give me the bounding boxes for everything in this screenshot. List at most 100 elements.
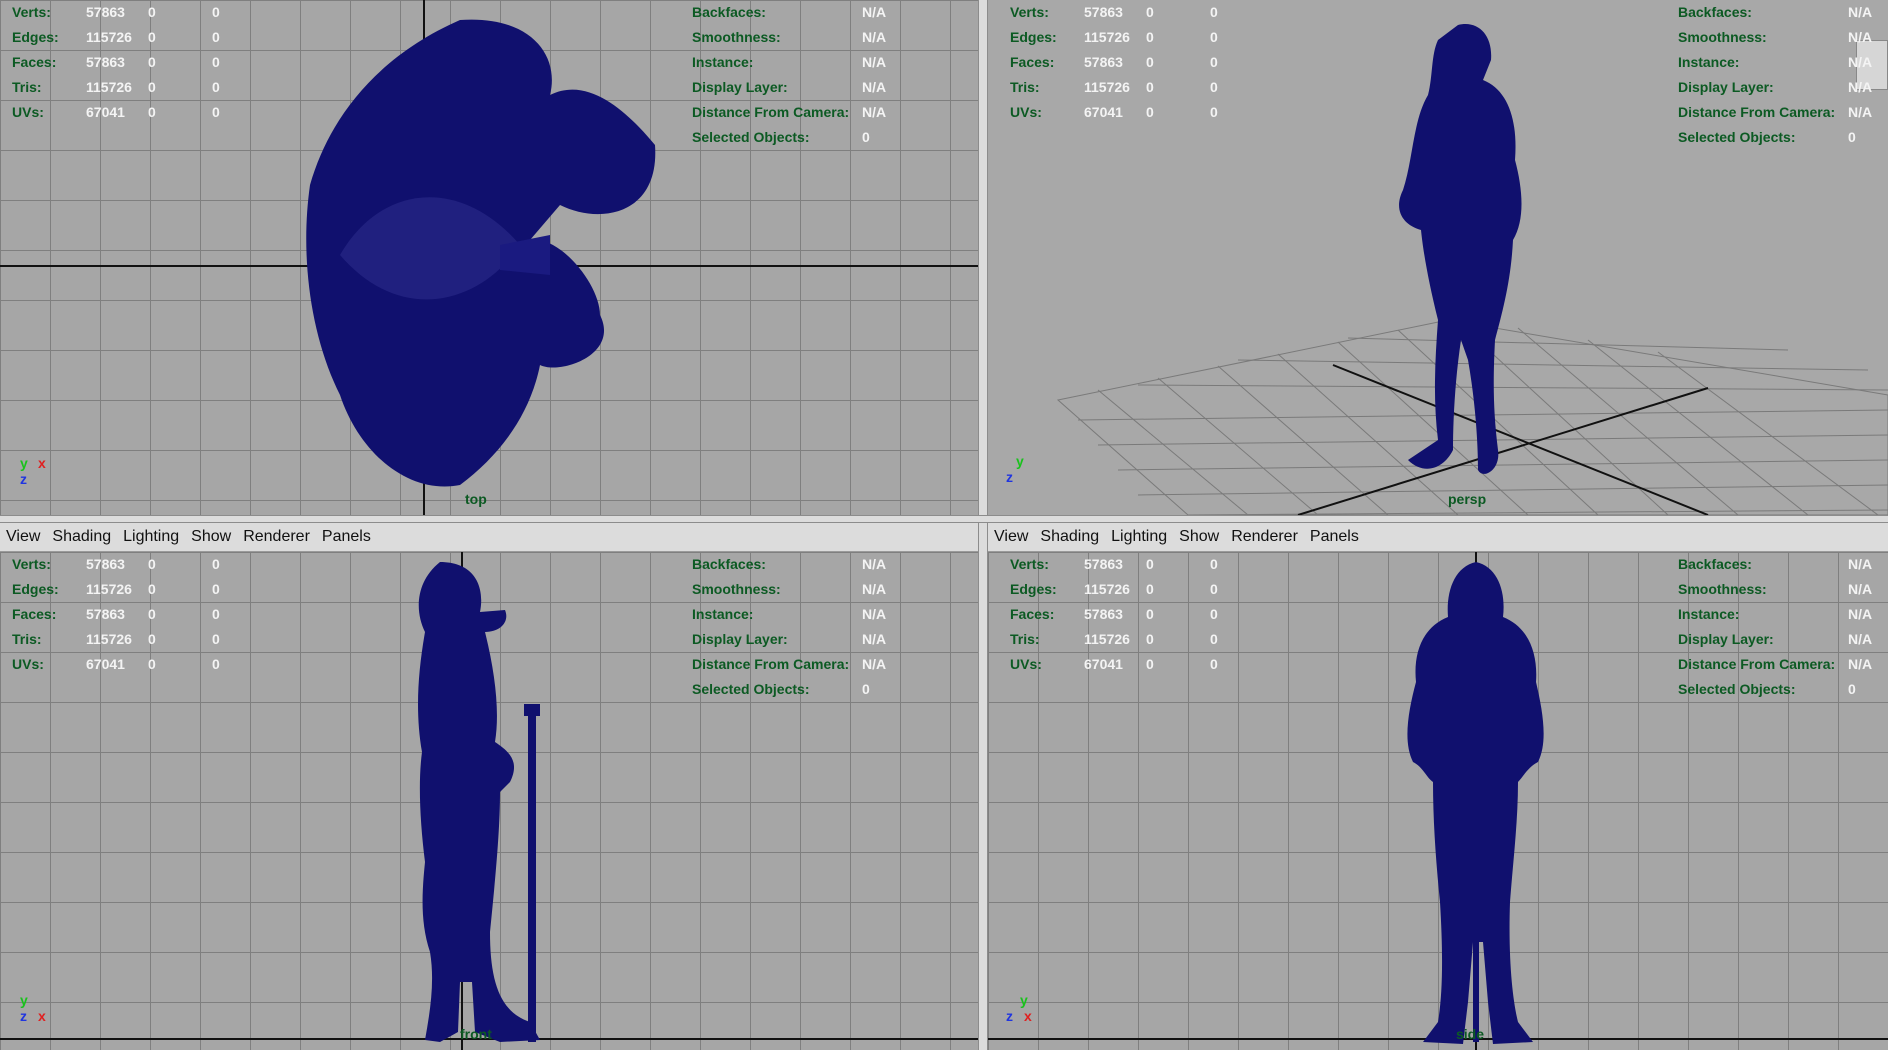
gizmo-z-label: z — [20, 471, 27, 487]
hud-value: 0 — [148, 4, 156, 20]
knight-model-top[interactable] — [300, 15, 670, 495]
menu-shading[interactable]: Shading — [1034, 528, 1105, 546]
hud-label: Distance From Camera: — [692, 656, 850, 672]
poly-count-row: Edges: 115726 0 0 — [1010, 577, 1240, 602]
menu-show[interactable]: Show — [1173, 528, 1225, 546]
menu-lighting[interactable]: Lighting — [1105, 528, 1173, 546]
menu-renderer[interactable]: Renderer — [237, 528, 316, 546]
hud-label: Faces: — [1010, 54, 1055, 70]
hud-value: 0 — [1146, 4, 1154, 20]
poly-count-row: Edges: 115726 0 0 — [12, 25, 242, 50]
hud-value: N/A — [862, 104, 887, 120]
hud-label: UVs: — [12, 656, 44, 672]
hud-value: 0 — [148, 556, 156, 572]
knight-model-side[interactable] — [1388, 562, 1568, 1047]
hud-value: 115726 — [1084, 581, 1130, 597]
hud-label: Selected Objects: — [692, 681, 810, 697]
hud-value: 0 — [212, 656, 220, 672]
hud-value: 0 — [212, 556, 220, 572]
axis-gizmo-icon: y z x — [20, 992, 60, 1032]
hud-value: 0 — [1146, 54, 1154, 70]
poly-count-row: Verts: 57863 0 0 — [12, 552, 242, 577]
panel-side[interactable]: View Shading Lighting Show Renderer Pane… — [988, 523, 1888, 1050]
hud-value: 0 — [1146, 631, 1154, 647]
hud-value: N/A — [862, 606, 887, 622]
poly-count-row: Faces: 57863 0 0 — [1010, 50, 1240, 75]
hud-value: 57863 — [1084, 556, 1123, 572]
camera-label-top: top — [465, 491, 487, 507]
hud-value: 0 — [148, 656, 156, 672]
poly-count-row: UVs: 67041 0 0 — [1010, 652, 1240, 677]
hud-label: Edges: — [12, 581, 59, 597]
poly-count-row: UVs: 67041 0 0 — [1010, 100, 1240, 125]
object-detail-row: Instance: N/A — [1678, 602, 1888, 627]
object-detail-row: Display Layer: N/A — [1678, 75, 1888, 100]
hud-value: N/A — [862, 581, 887, 597]
hud-value: N/A — [862, 54, 887, 70]
menu-view[interactable]: View — [0, 528, 46, 546]
knight-model-persp[interactable] — [1383, 20, 1558, 500]
pane-divider-vertical[interactable] — [978, 0, 988, 1050]
hud-label: Smoothness: — [692, 29, 781, 45]
menu-renderer[interactable]: Renderer — [1225, 528, 1304, 546]
object-detail-row: Smoothness: N/A — [1678, 577, 1888, 602]
gizmo-x-label: x — [38, 455, 46, 471]
poly-count-row: Edges: 115726 0 0 — [1010, 25, 1240, 50]
hud-value: N/A — [1848, 29, 1873, 45]
hud-value: 0 — [148, 581, 156, 597]
object-detail-row: Backfaces: N/A — [1678, 552, 1888, 577]
hud-value: 0 — [212, 29, 220, 45]
hud-value: 0 — [148, 104, 156, 120]
hud-value: 0 — [1210, 606, 1218, 622]
hud-label: UVs: — [1010, 104, 1042, 120]
hud-value: 0 — [1210, 656, 1218, 672]
panel-top[interactable]: y x z top Verts: 57863 0 0 Edges: 115726 0 0 Fac… — [0, 0, 978, 515]
hud-label: Instance: — [1678, 54, 1740, 70]
gizmo-y-label: y — [20, 992, 28, 1008]
hud-label: Faces: — [12, 606, 57, 622]
heads-up-object-details: Backfaces: N/A Smoothness: N/A Instance: N/A D… — [1678, 0, 1888, 150]
hud-value: 0 — [1146, 606, 1154, 622]
object-detail-row: Instance: N/A — [692, 602, 902, 627]
poly-count-row: Edges: 115726 0 0 — [12, 577, 242, 602]
menu-show[interactable]: Show — [185, 528, 237, 546]
hud-value: 67041 — [1084, 104, 1123, 120]
hud-value: 0 — [212, 631, 220, 647]
hud-label: Verts: — [1010, 4, 1049, 20]
hud-value: 0 — [1210, 29, 1218, 45]
hud-label: Verts: — [1010, 556, 1049, 572]
hud-value: 115726 — [1084, 29, 1130, 45]
hud-value: 0 — [862, 129, 870, 145]
knight-model-front[interactable] — [400, 562, 560, 1047]
gizmo-z-label: z — [1006, 469, 1013, 485]
hud-value: 57863 — [86, 556, 125, 572]
menu-panels[interactable]: Panels — [316, 528, 377, 546]
hud-label: Verts: — [12, 556, 51, 572]
panel-persp[interactable]: y z persp Verts: 57863 0 0 Edges: 115726 0 0 Fac… — [988, 0, 1888, 515]
menu-panels[interactable]: Panels — [1304, 528, 1365, 546]
hud-label: Instance: — [1678, 606, 1740, 622]
hud-value: N/A — [1848, 4, 1873, 20]
object-detail-row: Display Layer: N/A — [692, 627, 902, 652]
hud-value: N/A — [1848, 54, 1873, 70]
hud-label: Instance: — [692, 54, 754, 70]
hud-value: 0 — [212, 581, 220, 597]
panel-front[interactable]: View Shading Lighting Show Renderer Pane… — [0, 523, 978, 1050]
hud-value: 0 — [1146, 104, 1154, 120]
hud-label: Selected Objects: — [1678, 129, 1796, 145]
object-detail-row: Selected Objects: 0 — [692, 125, 902, 150]
hud-value: 115726 — [1084, 79, 1130, 95]
object-detail-row: Selected Objects: 0 — [1678, 125, 1888, 150]
hud-value: 67041 — [86, 104, 125, 120]
hud-label: Backfaces: — [1678, 4, 1752, 20]
menu-lighting[interactable]: Lighting — [117, 528, 185, 546]
menu-view[interactable]: View — [988, 528, 1034, 546]
menu-shading[interactable]: Shading — [46, 528, 117, 546]
hud-value: 0 — [212, 4, 220, 20]
pane-divider-horizontal[interactable] — [0, 515, 1888, 523]
gizmo-x-label: x — [38, 1008, 46, 1024]
hud-value: 57863 — [86, 54, 125, 70]
hud-label: Selected Objects: — [1678, 681, 1796, 697]
poly-count-row: Tris: 115726 0 0 — [1010, 627, 1240, 652]
object-detail-row: Distance From Camera: N/A — [692, 100, 902, 125]
